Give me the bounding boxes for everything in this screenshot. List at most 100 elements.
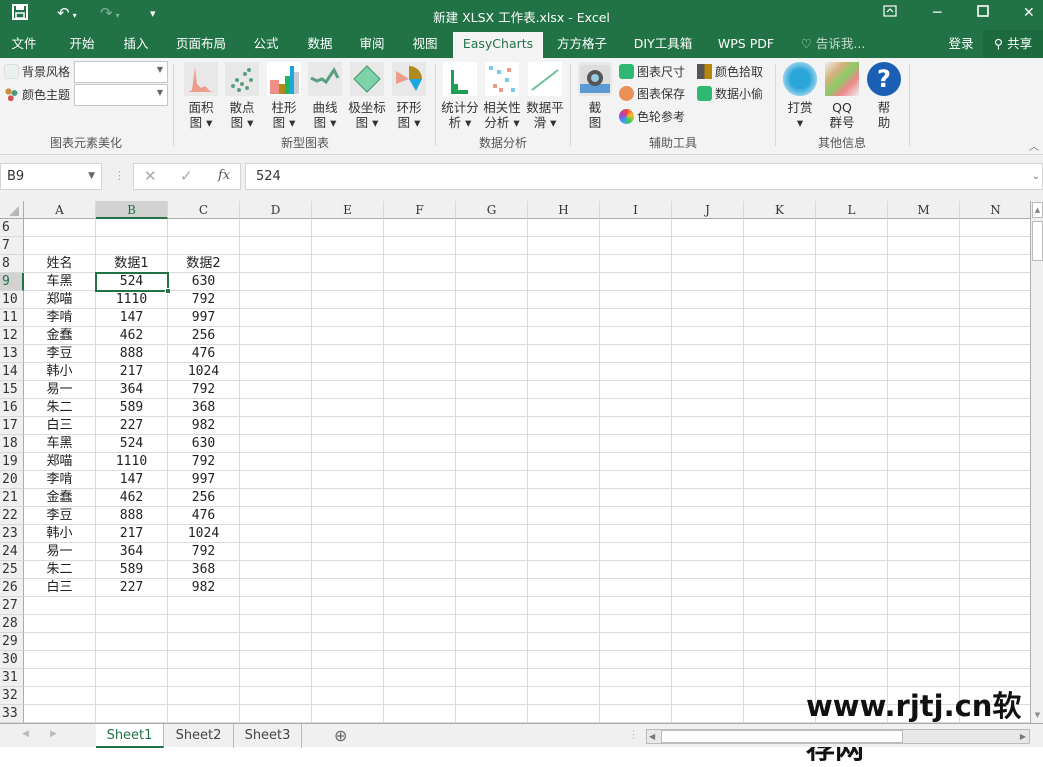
cell-d31[interactable]: [240, 669, 312, 687]
cell-f28[interactable]: [384, 615, 456, 633]
cell-n18[interactable]: [960, 435, 1030, 453]
cell-j7[interactable]: [672, 237, 744, 255]
cell-e25[interactable]: [312, 561, 384, 579]
cell-i6[interactable]: [600, 219, 672, 237]
cell-b28[interactable]: [96, 615, 168, 633]
cell-e7[interactable]: [312, 237, 384, 255]
cell-h11[interactable]: [528, 309, 600, 327]
row-header[interactable]: 26: [0, 579, 24, 597]
correlation-analysis-button[interactable]: 相关性 分析 ▾: [482, 62, 522, 130]
tab-wps-pdf[interactable]: WPS PDF: [712, 30, 780, 58]
cell-e29[interactable]: [312, 633, 384, 651]
cell-j16[interactable]: [672, 399, 744, 417]
cell-f29[interactable]: [384, 633, 456, 651]
cell-i20[interactable]: [600, 471, 672, 489]
cell-f16[interactable]: [384, 399, 456, 417]
cell-a13[interactable]: 李豆: [24, 345, 96, 363]
cell-m25[interactable]: [888, 561, 960, 579]
cell-g29[interactable]: [456, 633, 528, 651]
cell-j27[interactable]: [672, 597, 744, 615]
cell-g24[interactable]: [456, 543, 528, 561]
cell-j11[interactable]: [672, 309, 744, 327]
color-picker-button[interactable]: 颜色拾取: [697, 62, 763, 82]
cell-f20[interactable]: [384, 471, 456, 489]
cell-g8[interactable]: [456, 255, 528, 273]
column-header-b[interactable]: B: [96, 201, 168, 219]
cell-j21[interactable]: [672, 489, 744, 507]
cell-c29[interactable]: [168, 633, 240, 651]
cell-j24[interactable]: [672, 543, 744, 561]
cell-e32[interactable]: [312, 687, 384, 705]
cell-h33[interactable]: [528, 705, 600, 723]
cell-k26[interactable]: [744, 579, 816, 597]
cell-d11[interactable]: [240, 309, 312, 327]
cell-i32[interactable]: [600, 687, 672, 705]
cell-j23[interactable]: [672, 525, 744, 543]
cell-l7[interactable]: [816, 237, 888, 255]
cell-d18[interactable]: [240, 435, 312, 453]
cell-l16[interactable]: [816, 399, 888, 417]
cell-m21[interactable]: [888, 489, 960, 507]
cell-j33[interactable]: [672, 705, 744, 723]
cell-f19[interactable]: [384, 453, 456, 471]
donate-button[interactable]: 打赏 ▾: [781, 62, 819, 130]
data-smoothing-button[interactable]: 数据平滑 ▾: [523, 62, 567, 130]
cell-e12[interactable]: [312, 327, 384, 345]
cell-d33[interactable]: [240, 705, 312, 723]
cell-h31[interactable]: [528, 669, 600, 687]
row-header[interactable]: 10: [0, 291, 24, 309]
tab-insert[interactable]: 插入: [112, 30, 160, 58]
column-header-j[interactable]: J: [672, 201, 744, 219]
cell-l28[interactable]: [816, 615, 888, 633]
confirm-icon[interactable]: ✓: [180, 167, 193, 185]
cell-i11[interactable]: [600, 309, 672, 327]
cell-a9[interactable]: 车黑: [24, 273, 96, 291]
cell-n12[interactable]: [960, 327, 1030, 345]
cell-l30[interactable]: [816, 651, 888, 669]
cell-l21[interactable]: [816, 489, 888, 507]
data-thief-button[interactable]: 数据小偷: [697, 84, 763, 104]
cell-j28[interactable]: [672, 615, 744, 633]
cell-b19[interactable]: 1110: [96, 453, 168, 471]
column-header-f[interactable]: F: [384, 201, 456, 219]
cell-h26[interactable]: [528, 579, 600, 597]
cell-l26[interactable]: [816, 579, 888, 597]
screenshot-button[interactable]: 截图: [577, 62, 613, 130]
column-header-e[interactable]: E: [312, 201, 384, 219]
row-header[interactable]: 11: [0, 309, 24, 327]
tab-formulas[interactable]: 公式: [242, 30, 290, 58]
cell-m12[interactable]: [888, 327, 960, 345]
cell-m20[interactable]: [888, 471, 960, 489]
cell-k27[interactable]: [744, 597, 816, 615]
cell-h10[interactable]: [528, 291, 600, 309]
cell-f10[interactable]: [384, 291, 456, 309]
cell-j14[interactable]: [672, 363, 744, 381]
cell-d32[interactable]: [240, 687, 312, 705]
cell-n29[interactable]: [960, 633, 1030, 651]
cell-h21[interactable]: [528, 489, 600, 507]
cell-i8[interactable]: [600, 255, 672, 273]
cell-c24[interactable]: 792: [168, 543, 240, 561]
cell-k29[interactable]: [744, 633, 816, 651]
cell-h24[interactable]: [528, 543, 600, 561]
cell-f17[interactable]: [384, 417, 456, 435]
cell-e10[interactable]: [312, 291, 384, 309]
cell-m22[interactable]: [888, 507, 960, 525]
spreadsheet-grid[interactable]: A B C D E F G H I J K L M N 6 7 8 姓名 数据1 数据2 9 车黑 524 630 10 郑喵 11…: [0, 201, 1030, 723]
cell-g28[interactable]: [456, 615, 528, 633]
cell-l10[interactable]: [816, 291, 888, 309]
row-header[interactable]: 6: [0, 219, 24, 237]
row-header[interactable]: 18: [0, 435, 24, 453]
cell-j30[interactable]: [672, 651, 744, 669]
cell-a11[interactable]: 李啃: [24, 309, 96, 327]
row-header[interactable]: 28: [0, 615, 24, 633]
login-link[interactable]: 登录: [940, 30, 982, 58]
cell-d10[interactable]: [240, 291, 312, 309]
cell-j26[interactable]: [672, 579, 744, 597]
cell-a27[interactable]: [24, 597, 96, 615]
cell-i22[interactable]: [600, 507, 672, 525]
cell-c12[interactable]: 256: [168, 327, 240, 345]
cell-e18[interactable]: [312, 435, 384, 453]
cell-k8[interactable]: [744, 255, 816, 273]
cell-a20[interactable]: 李啃: [24, 471, 96, 489]
